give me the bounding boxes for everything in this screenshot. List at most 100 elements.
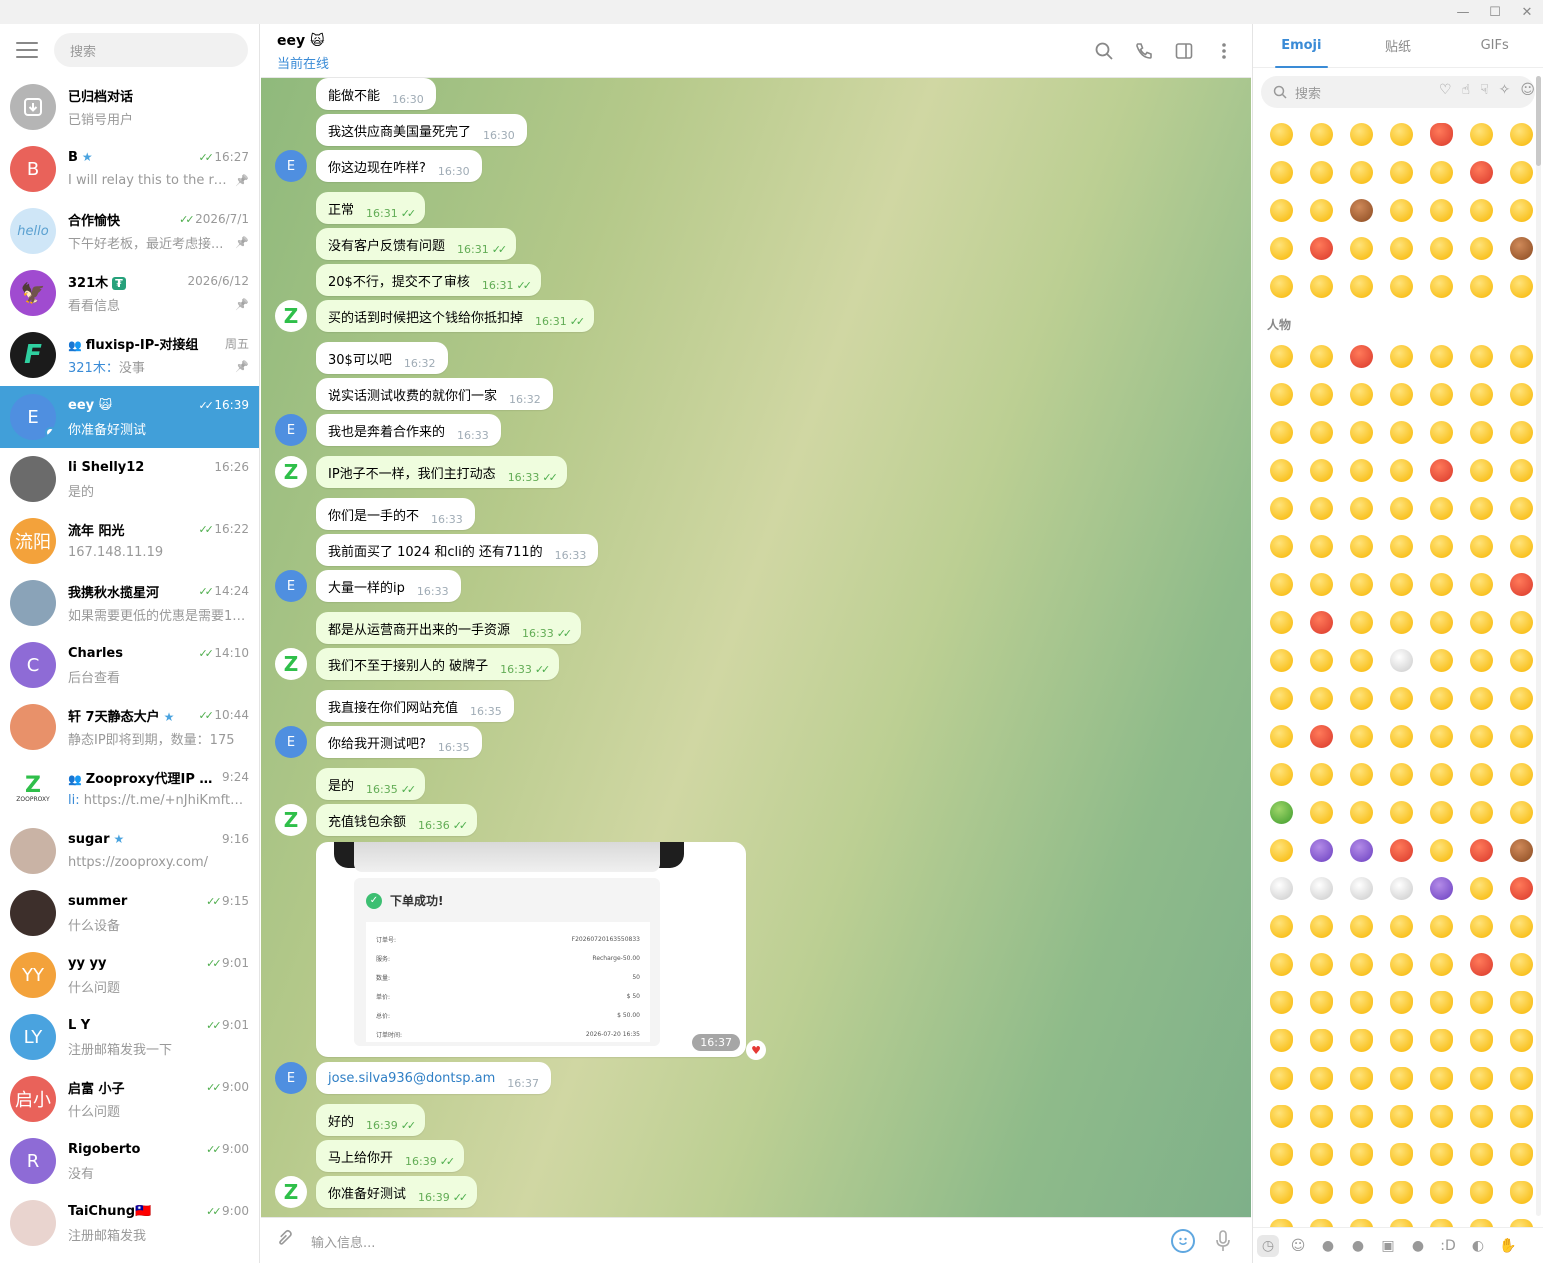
emoji-cell[interactable]: [1501, 532, 1541, 561]
message-bubble[interactable]: 我前面买了 1024 和cli的 还有711的 16:33: [316, 534, 599, 566]
emoji-cell[interactable]: [1421, 684, 1461, 713]
emoji-cell[interactable]: [1501, 760, 1541, 789]
emoji-cell[interactable]: [1381, 1102, 1421, 1131]
emoji-cell[interactable]: [1501, 418, 1541, 447]
emoji-cell[interactable]: [1461, 1064, 1501, 1093]
emoji-cell[interactable]: [1301, 380, 1341, 409]
emoji-cell[interactable]: [1381, 646, 1421, 675]
emoji-cell[interactable]: [1501, 272, 1541, 301]
chat-item[interactable]: sugar ★ 9:16 https://zooproxy.com/: [0, 820, 259, 882]
sender-avatar[interactable]: Z: [275, 300, 307, 332]
emoji-cell[interactable]: [1461, 342, 1501, 371]
message-bubble[interactable]: 都是从运营商开出来的一手资源 16:33 ✓✓: [316, 612, 582, 644]
emoji-cell[interactable]: [1381, 196, 1421, 225]
emoji-cell[interactable]: [1421, 760, 1461, 789]
emoji-cell[interactable]: [1381, 1064, 1421, 1093]
message-bubble[interactable]: 马上给你开 16:39 ✓✓: [316, 1140, 465, 1172]
emoji-cell[interactable]: [1421, 950, 1461, 979]
emoji-cell[interactable]: [1341, 494, 1381, 523]
emoji-cell[interactable]: [1421, 234, 1461, 263]
emoji-cell[interactable]: [1421, 722, 1461, 751]
emoji-cell[interactable]: [1301, 532, 1341, 561]
emoji-cell[interactable]: [1381, 988, 1421, 1017]
party-filter-icon[interactable]: ✧: [1499, 82, 1511, 98]
search-input[interactable]: 搜索: [54, 33, 248, 67]
emoticon-category-icon[interactable]: :D: [1437, 1235, 1459, 1257]
chat-item[interactable]: LY L Y ✓✓ 9:01 注册邮箱发我一下: [0, 1006, 259, 1068]
emoji-cell[interactable]: [1381, 684, 1421, 713]
chat-item[interactable]: TaiChung🇹🇼 ✓✓ 9:00 注册邮箱发我: [0, 1192, 259, 1254]
emoji-cell[interactable]: [1261, 1026, 1301, 1055]
emoji-cell[interactable]: [1381, 570, 1421, 599]
emoji-cell[interactable]: [1461, 570, 1501, 599]
emoji-cell[interactable]: [1421, 1026, 1461, 1055]
emoji-cell[interactable]: [1381, 380, 1421, 409]
tab-gifs[interactable]: GIFs: [1446, 24, 1543, 67]
emoji-cell[interactable]: [1261, 1140, 1301, 1169]
emoji-cell[interactable]: [1341, 456, 1381, 485]
emoji-cell[interactable]: [1341, 836, 1381, 865]
emoji-cell[interactable]: [1381, 874, 1421, 903]
emoji-cell[interactable]: [1261, 646, 1301, 675]
emoji-cell[interactable]: [1421, 120, 1461, 149]
emoji-cell[interactable]: [1381, 532, 1421, 561]
emoji-cell[interactable]: [1261, 836, 1301, 865]
menu-icon[interactable]: [16, 42, 38, 58]
emoji-cell[interactable]: [1381, 120, 1421, 149]
emoji-cell[interactable]: [1461, 456, 1501, 485]
emoji-cell[interactable]: [1501, 722, 1541, 751]
emoji-cell[interactable]: [1381, 608, 1421, 637]
emoji-cell[interactable]: [1381, 722, 1421, 751]
sender-avatar[interactable]: E: [275, 570, 307, 602]
emoji-cell[interactable]: [1421, 646, 1461, 675]
emoji-cell[interactable]: [1461, 760, 1501, 789]
emoji-cell[interactable]: [1301, 1140, 1341, 1169]
thumbs-up-filter-icon[interactable]: ☝: [1462, 82, 1471, 98]
message-bubble[interactable]: 我们不至于接别人的 破牌子 16:33 ✓✓: [316, 648, 560, 680]
emoji-cell[interactable]: [1301, 234, 1341, 263]
emoji-cell[interactable]: [1461, 646, 1501, 675]
emoji-cell[interactable]: [1461, 1026, 1501, 1055]
message-bubble[interactable]: 我这供应商美国量死完了 16:30: [316, 114, 527, 146]
emoji-cell[interactable]: [1421, 1064, 1461, 1093]
emoji-cell[interactable]: [1381, 950, 1421, 979]
chat-item[interactable]: 流阳 流年 阳光 ✓✓ 16:22 167.148.11.19: [0, 510, 259, 572]
chat-item[interactable]: C Charles ✓✓ 14:10 后台查看: [0, 634, 259, 696]
emoji-cell[interactable]: [1301, 196, 1341, 225]
emoji-cell[interactable]: [1341, 760, 1381, 789]
sender-avatar[interactable]: Z: [275, 1176, 307, 1208]
emoji-cell[interactable]: [1501, 196, 1541, 225]
message-bubble[interactable]: 大量一样的ip 16:33: [316, 570, 461, 602]
minimize-button[interactable]: —: [1447, 0, 1479, 24]
emoji-cell[interactable]: [1341, 342, 1381, 371]
sender-avatar[interactable]: E: [275, 726, 307, 758]
emoji-cell[interactable]: [1461, 196, 1501, 225]
message-bubble[interactable]: IP池子不一样，我们主打动态 16:33 ✓✓: [316, 456, 567, 488]
emoji-cell[interactable]: [1341, 1064, 1381, 1093]
food-category-icon[interactable]: ◐: [1467, 1235, 1489, 1257]
emoji-cell[interactable]: [1341, 1140, 1381, 1169]
emoji-cell[interactable]: [1261, 608, 1301, 637]
art-category-icon[interactable]: ▣: [1377, 1235, 1399, 1257]
emoji-cell[interactable]: [1341, 418, 1381, 447]
emoji-cell[interactable]: [1461, 272, 1501, 301]
emoji-cell[interactable]: [1421, 342, 1461, 371]
emoji-cell[interactable]: [1301, 158, 1341, 187]
emoji-cell[interactable]: [1261, 950, 1301, 979]
emoji-cell[interactable]: [1341, 196, 1381, 225]
emoji-cell[interactable]: [1381, 912, 1421, 941]
emoji-cell[interactable]: [1341, 234, 1381, 263]
emoji-cell[interactable]: [1301, 646, 1341, 675]
emoji-cell[interactable]: [1341, 988, 1381, 1017]
emoji-cell[interactable]: [1381, 760, 1421, 789]
emoji-cell[interactable]: [1341, 1026, 1381, 1055]
emoji-cell[interactable]: [1421, 158, 1461, 187]
emoji-cell[interactable]: [1501, 158, 1541, 187]
emoji-cell[interactable]: [1381, 1026, 1421, 1055]
emoji-cell[interactable]: [1301, 272, 1341, 301]
emoji-cell[interactable]: [1421, 1102, 1461, 1131]
chat-item[interactable]: YY yy yy ✓✓ 9:01 什么问题: [0, 944, 259, 1006]
emoji-cell[interactable]: [1341, 1178, 1381, 1207]
tab-stickers[interactable]: 贴纸: [1350, 24, 1447, 67]
emoji-cell[interactable]: [1341, 798, 1381, 827]
